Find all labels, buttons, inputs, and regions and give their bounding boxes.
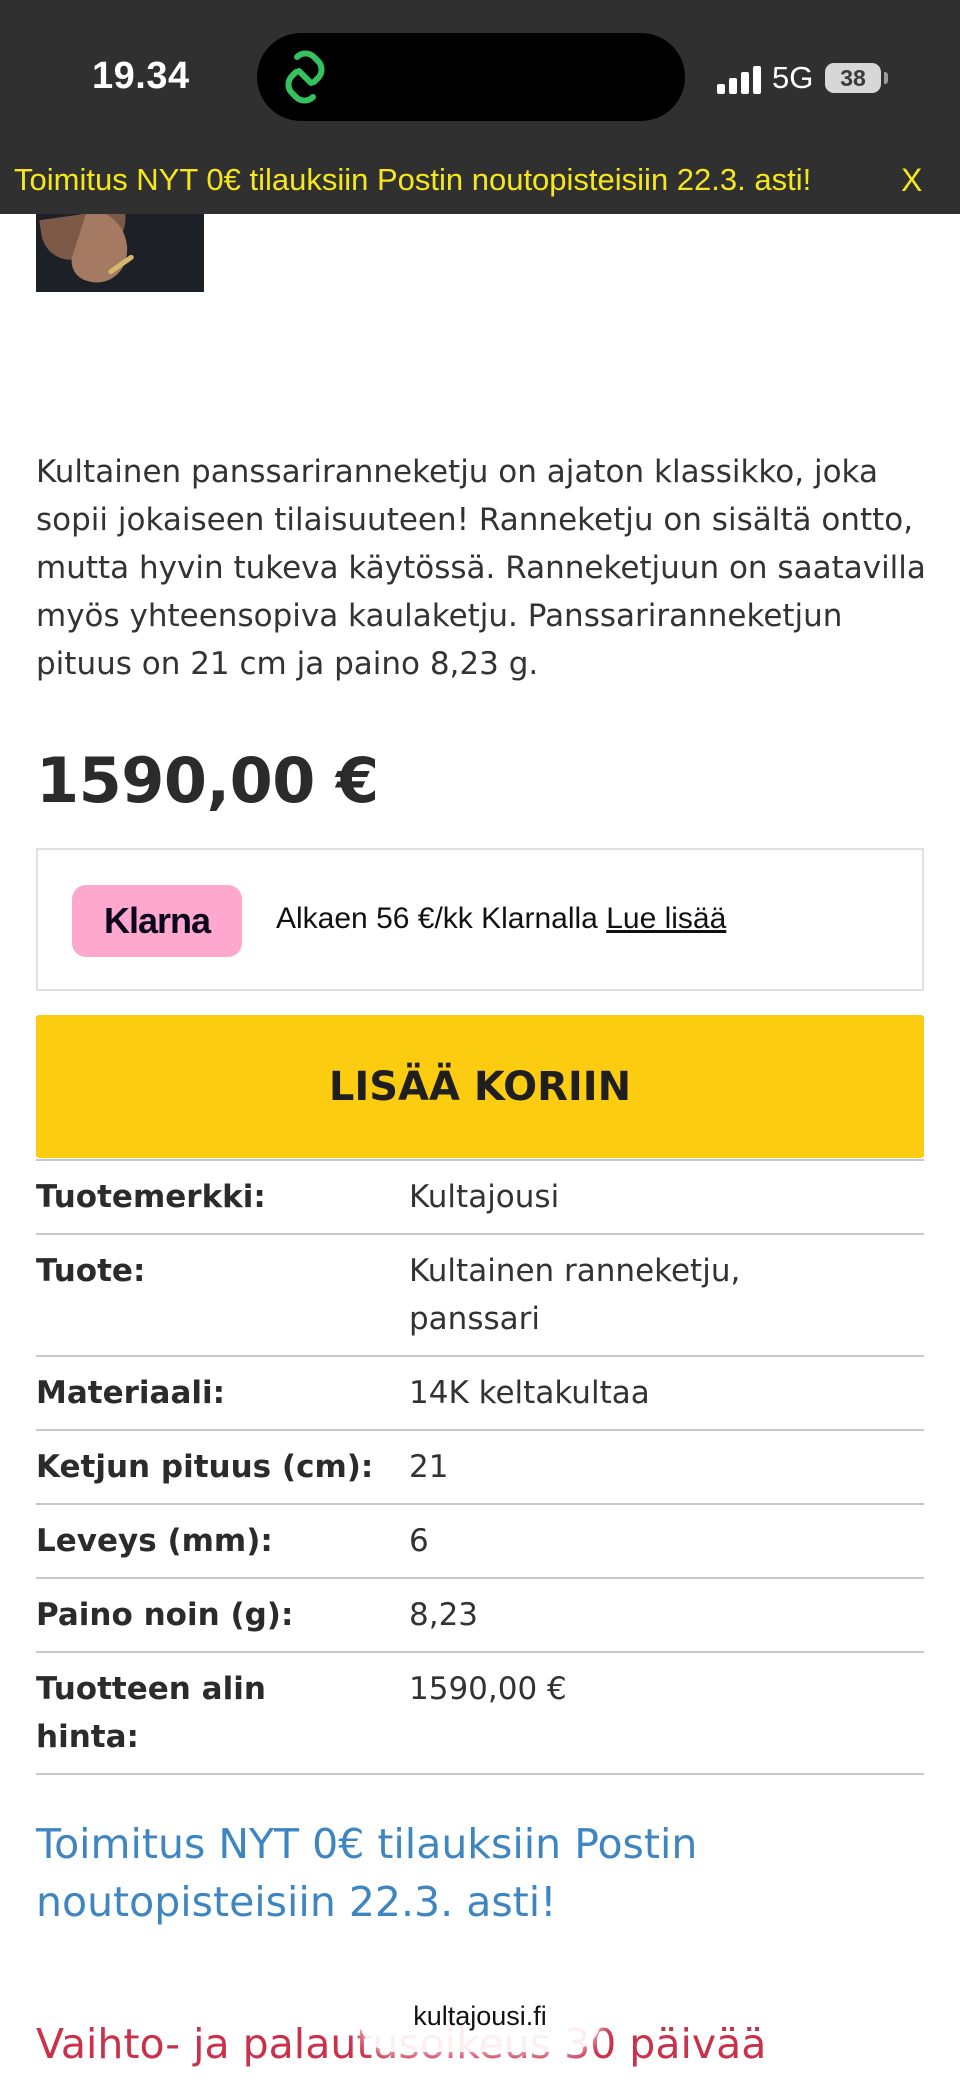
spec-row: Tuote: Kultainen ranneketju, panssari <box>36 1235 924 1357</box>
spec-key: Ketjun pituus (cm): <box>36 1449 374 1485</box>
klarna-logo: Klarna <box>72 885 242 957</box>
link-icon <box>285 50 325 104</box>
spec-value: 14K keltakultaa <box>409 1375 650 1411</box>
product-price: 1590,00 € <box>36 744 379 817</box>
spec-value: 21 <box>409 1449 449 1485</box>
spec-key: Tuotteen alin hinta: <box>36 1671 266 1755</box>
spec-value: Kultajousi <box>409 1179 560 1215</box>
network-type: 5G <box>772 60 814 95</box>
add-to-cart-button[interactable]: LISÄÄ KORIIN <box>36 1015 924 1158</box>
klarna-box: Klarna Alkaen 56 €/kk Klarnalla Lue lisä… <box>36 848 924 991</box>
spec-row: Paino noin (g): 8,23 <box>36 1579 924 1653</box>
spec-row: Tuotteen alin hinta: 1590,00 € <box>36 1653 924 1775</box>
klarna-info-text: Alkaen 56 €/kk Klarnalla <box>276 902 607 935</box>
spec-key: Materiaali: <box>36 1375 226 1411</box>
shipping-info: Toimitus NYT 0€ tilauksiin Postin noutop… <box>36 1820 698 1926</box>
product-thumbnail[interactable] <box>36 214 204 292</box>
spec-row: Leveys (mm): 6 <box>36 1505 924 1579</box>
product-description: Kultainen panssariranneketju on ajaton k… <box>36 454 926 682</box>
battery-tip <box>884 72 888 84</box>
klarna-read-more-link[interactable]: Lue lisää <box>606 902 726 935</box>
status-time: 19.34 <box>92 55 190 97</box>
klarna-info: Alkaen 56 €/kk Klarnalla Lue lisää <box>276 902 726 936</box>
spec-key: Leveys (mm): <box>36 1523 273 1559</box>
spec-value: 8,23 <box>409 1597 479 1633</box>
spec-row: Tuotemerkki: Kultajousi <box>36 1161 924 1235</box>
spec-row: Materiaali: 14K keltakultaa <box>36 1357 924 1431</box>
spec-value: Kultainen ranneketju, panssari <box>409 1253 741 1337</box>
promo-banner-text: Toimitus NYT 0€ tilauksiin Postin noutop… <box>14 162 812 197</box>
battery-icon: 38 <box>825 63 881 93</box>
signal-icon <box>717 64 763 94</box>
browser-url-pill[interactable]: kultajousi.fi <box>358 1980 602 2052</box>
spec-key: Tuote: <box>36 1253 146 1289</box>
spec-key: Paino noin (g): <box>36 1597 294 1633</box>
spec-value: 1590,00 € <box>409 1671 567 1707</box>
spec-row: Ketjun pituus (cm): 21 <box>36 1431 924 1505</box>
dynamic-island <box>257 33 685 121</box>
promo-banner-close-button[interactable]: X <box>901 162 922 199</box>
spec-key: Tuotemerkki: <box>36 1179 266 1215</box>
spec-table: Tuotemerkki: Kultajousi Tuote: Kultainen… <box>36 1159 924 1775</box>
top-bar: 19.34 5G 38 Toimitus NYT 0€ tilauksiin P… <box>0 0 960 214</box>
spec-value: 6 <box>409 1523 429 1559</box>
